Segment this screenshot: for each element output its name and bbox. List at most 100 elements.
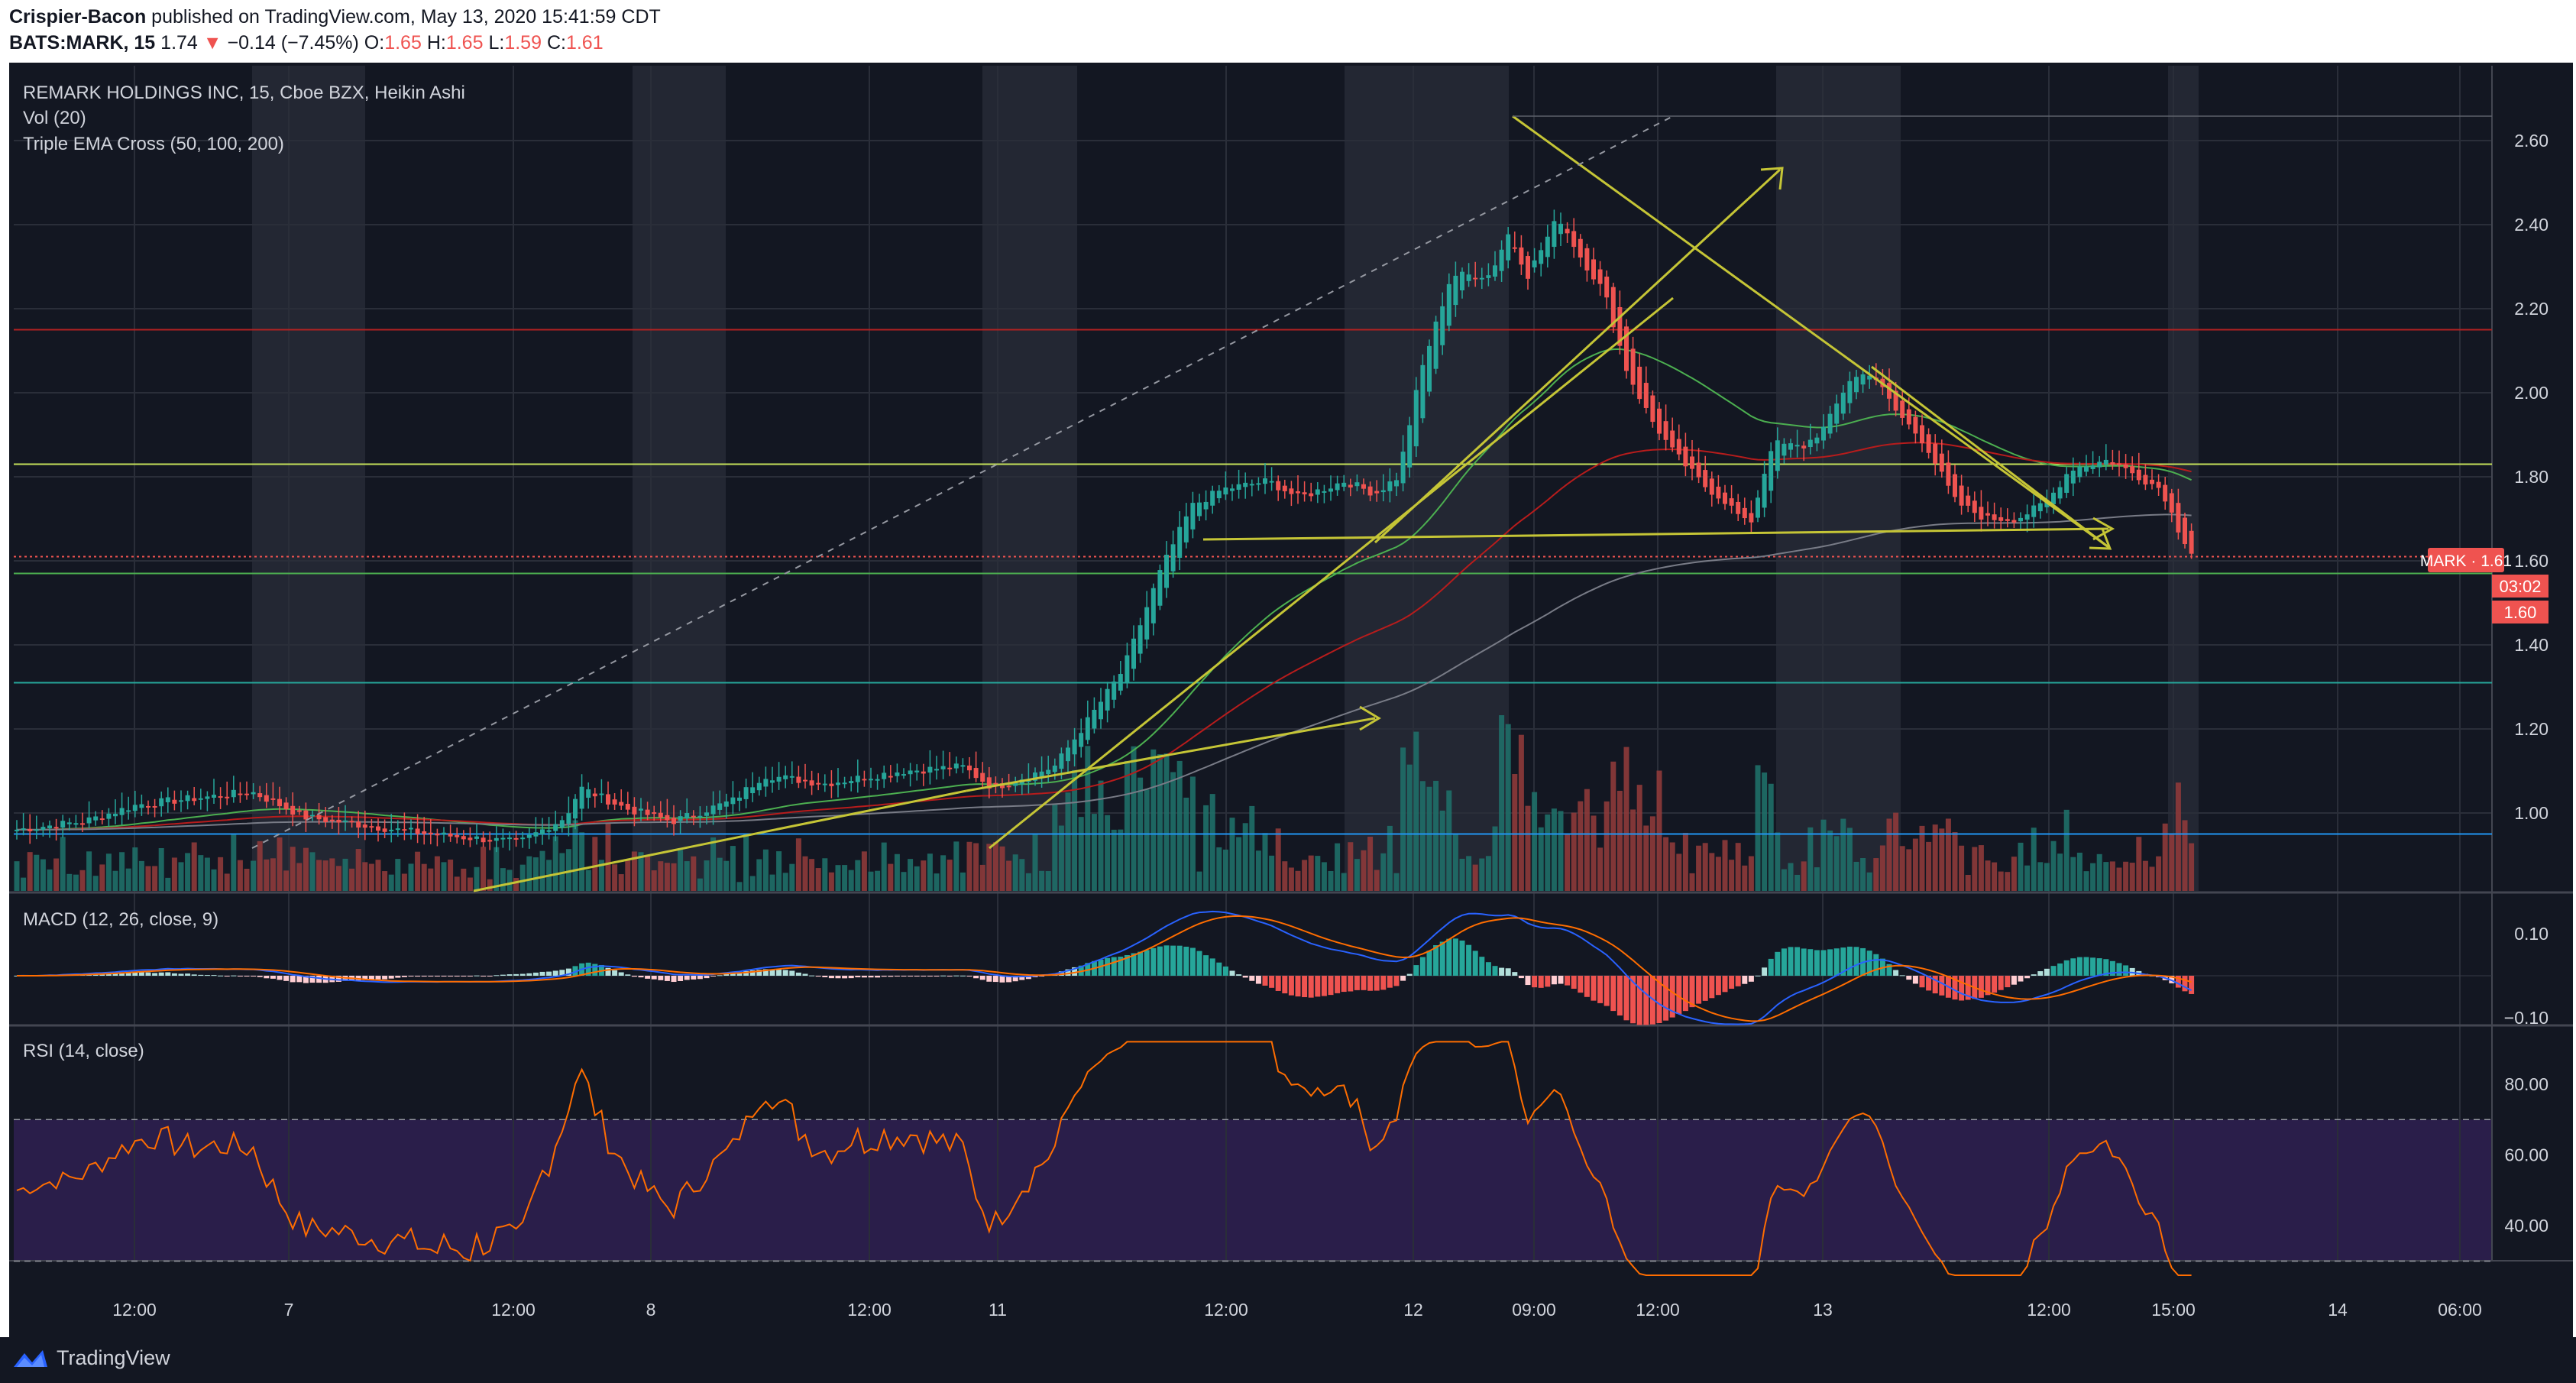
macd-histogram-bar <box>1374 976 1380 991</box>
candle <box>428 832 433 834</box>
candle <box>2150 479 2154 484</box>
macd-histogram-bar <box>481 976 487 977</box>
volume-bar <box>671 863 677 891</box>
candle <box>1913 416 1918 434</box>
macd-histogram-bar <box>901 976 907 977</box>
macd-histogram-bar <box>1328 976 1334 996</box>
legend-macd[interactable]: MACD (12, 26, close, 9) <box>23 909 218 930</box>
macd-histogram-bar <box>231 975 237 977</box>
volume-bar <box>1466 856 1472 891</box>
volume-bar <box>861 851 867 891</box>
candle <box>1696 462 1701 478</box>
candle <box>1597 269 1603 284</box>
candle <box>829 783 834 786</box>
candle <box>546 830 552 832</box>
macd-histogram-bar <box>1321 976 1327 996</box>
legend-volume[interactable]: Vol (20) <box>23 108 86 128</box>
macd-histogram-bar <box>953 975 960 977</box>
macd-histogram-bar <box>1643 976 1649 1025</box>
volume-bar <box>1879 845 1885 891</box>
volume-bar <box>1906 849 1912 891</box>
volume-bar <box>749 876 756 891</box>
macd-histogram-bar <box>257 976 263 977</box>
candle <box>1920 425 1924 444</box>
volume-bar <box>2149 866 2155 891</box>
macd-histogram-bar <box>1348 976 1354 992</box>
footer: TradingView <box>0 1337 2576 1383</box>
volume-bar <box>973 843 979 891</box>
macd-histogram-bar <box>244 976 250 977</box>
candle <box>1821 426 1826 441</box>
macd-histogram-bar <box>461 976 467 977</box>
candle <box>1263 478 1267 484</box>
macd-histogram-bar <box>2070 958 2076 976</box>
candle <box>1066 747 1070 762</box>
chart-svg[interactable]: 2.60 2.40 2.20 2.00 1.80 1.60 1.40 1.20 1.00 0.10… <box>9 63 2573 1337</box>
candle <box>1059 753 1064 769</box>
volume-bar <box>940 855 947 891</box>
volume-bar <box>21 877 27 891</box>
volume-bar <box>1170 772 1176 891</box>
volume-bar <box>592 837 598 891</box>
volume-bar <box>868 871 874 891</box>
legend-ema[interactable]: Triple EMA Cross (50, 100, 200) <box>23 134 284 154</box>
macd-histogram-bar <box>1262 976 1268 986</box>
candle <box>376 826 380 831</box>
macd-histogram-bar <box>1295 976 1301 997</box>
macd-histogram-bar <box>1978 976 1984 998</box>
macd-histogram-bar <box>875 976 881 978</box>
candle <box>947 767 953 769</box>
session-shade <box>1776 66 1901 891</box>
macd-histogram-bar <box>1255 976 1261 984</box>
candle <box>796 776 801 783</box>
tradingview-brand[interactable]: TradingView <box>12 1346 170 1370</box>
candle <box>270 798 276 800</box>
candle <box>1302 492 1307 494</box>
volume-bar <box>526 856 532 891</box>
volume-bar <box>1571 812 1577 891</box>
candle <box>1118 674 1123 691</box>
legend-rsi[interactable]: RSI (14, close) <box>23 1041 144 1061</box>
legend-title[interactable]: REMARK HOLDINGS INC, 15, Cboe BZX, Heiki… <box>23 83 465 103</box>
macd-histogram-bar <box>1229 970 1235 976</box>
volume-bar <box>1006 860 1012 891</box>
volume-bar <box>1833 836 1840 891</box>
macd-histogram-bar <box>2011 976 2017 985</box>
candle <box>1630 348 1636 385</box>
macd-histogram-bar <box>855 976 861 978</box>
candle <box>1657 408 1662 434</box>
macd-histogram-bar <box>1814 950 1820 976</box>
time-tick-label: 13 <box>1813 1300 1833 1320</box>
volume-bar <box>1393 873 1400 891</box>
volume-bar <box>1354 859 1360 891</box>
volume-bar <box>625 860 631 891</box>
volume-bar <box>664 863 670 891</box>
author-name[interactable]: Crispier-Bacon <box>9 6 146 28</box>
macd-histogram-bar <box>1616 976 1623 1016</box>
macd-histogram-bar <box>1768 958 1774 976</box>
rsi-tick-label: 80.00 <box>2504 1074 2548 1094</box>
volume-bar <box>1709 853 1715 891</box>
volume-bar <box>848 870 854 891</box>
candle <box>2051 492 2056 504</box>
countdown-text: 03:02 <box>2499 577 2541 596</box>
volume-bar <box>1820 819 1827 891</box>
candle <box>1499 249 1504 271</box>
volume-bar <box>434 856 440 891</box>
candle <box>2169 493 2174 513</box>
candle <box>316 815 322 820</box>
macd-histogram-bar <box>802 973 808 976</box>
candle <box>1663 421 1668 440</box>
macd-histogram-bar <box>539 971 545 976</box>
volume-bar <box>1222 849 1228 891</box>
volume-bar <box>1098 780 1104 891</box>
volume-bar <box>1992 862 1998 891</box>
volume-bar <box>1485 856 1491 891</box>
candle <box>1676 439 1681 455</box>
volume-bar <box>34 854 40 891</box>
chart-area[interactable]: 2.60 2.40 2.20 2.00 1.80 1.60 1.40 1.20 1.00 0.10… <box>9 63 2573 1337</box>
macd-histogram-bar <box>1597 976 1604 1003</box>
candle <box>461 836 466 840</box>
candle <box>927 766 933 773</box>
candle <box>921 771 926 774</box>
